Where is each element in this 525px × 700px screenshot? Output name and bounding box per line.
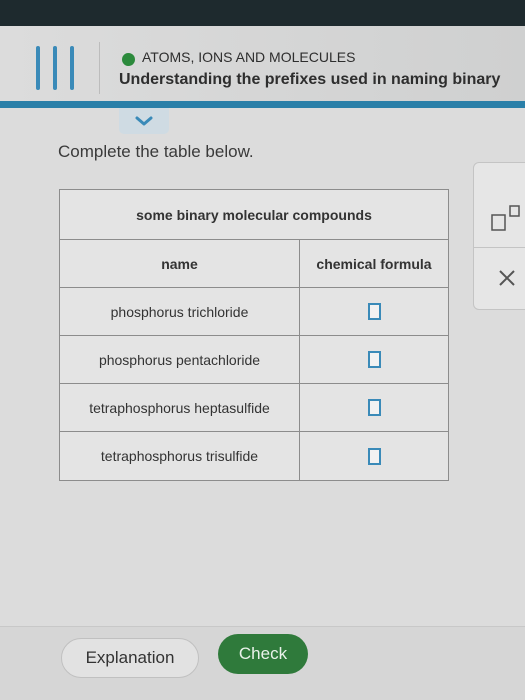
compound-name: phosphorus pentachloride [60,336,300,383]
table-row: phosphorus pentachloride [60,336,448,384]
compound-name: tetraphosphorus trisulfide [60,432,300,480]
topic-title: ATOMS, IONS AND MOLECULES [142,49,356,65]
compounds-table: some binary molecular compounds name che… [59,189,449,481]
panel-divider [474,247,525,248]
instructions-text: Complete the table below. [58,142,254,161]
formula-input[interactable] [367,303,381,320]
header-divider [99,42,100,94]
header-bar: ATOMS, IONS AND MOLECULES Understanding … [0,26,525,108]
column-header-formula: chemical formula [316,255,432,272]
table-row: tetraphosphorus heptasulfide [60,384,448,432]
table-title: some binary molecular compounds [60,190,448,240]
superscript-icon[interactable] [490,203,525,233]
chevron-down-icon[interactable] [119,108,169,134]
table-row: tetraphosphorus trisulfide [60,432,448,480]
formula-input[interactable] [367,351,381,368]
status-dot-icon [122,53,135,66]
formula-input[interactable] [367,399,381,416]
table-row: phosphorus trichloride [60,288,448,336]
formula-input[interactable] [367,447,381,465]
page-title: Understanding the prefixes used in namin… [119,71,501,88]
table-header-row: name chemical formula [60,240,448,288]
explanation-button[interactable]: Explanation [61,638,199,678]
close-icon[interactable] [492,263,522,293]
device-bezel [0,0,525,26]
compound-name: phosphorus trichloride [60,288,300,335]
hamburger-menu-icon[interactable] [36,46,74,90]
compound-name: tetraphosphorus heptasulfide [60,384,300,431]
check-button[interactable]: Check [218,634,308,674]
tool-panel [473,162,525,310]
column-header-name: name [60,240,300,287]
